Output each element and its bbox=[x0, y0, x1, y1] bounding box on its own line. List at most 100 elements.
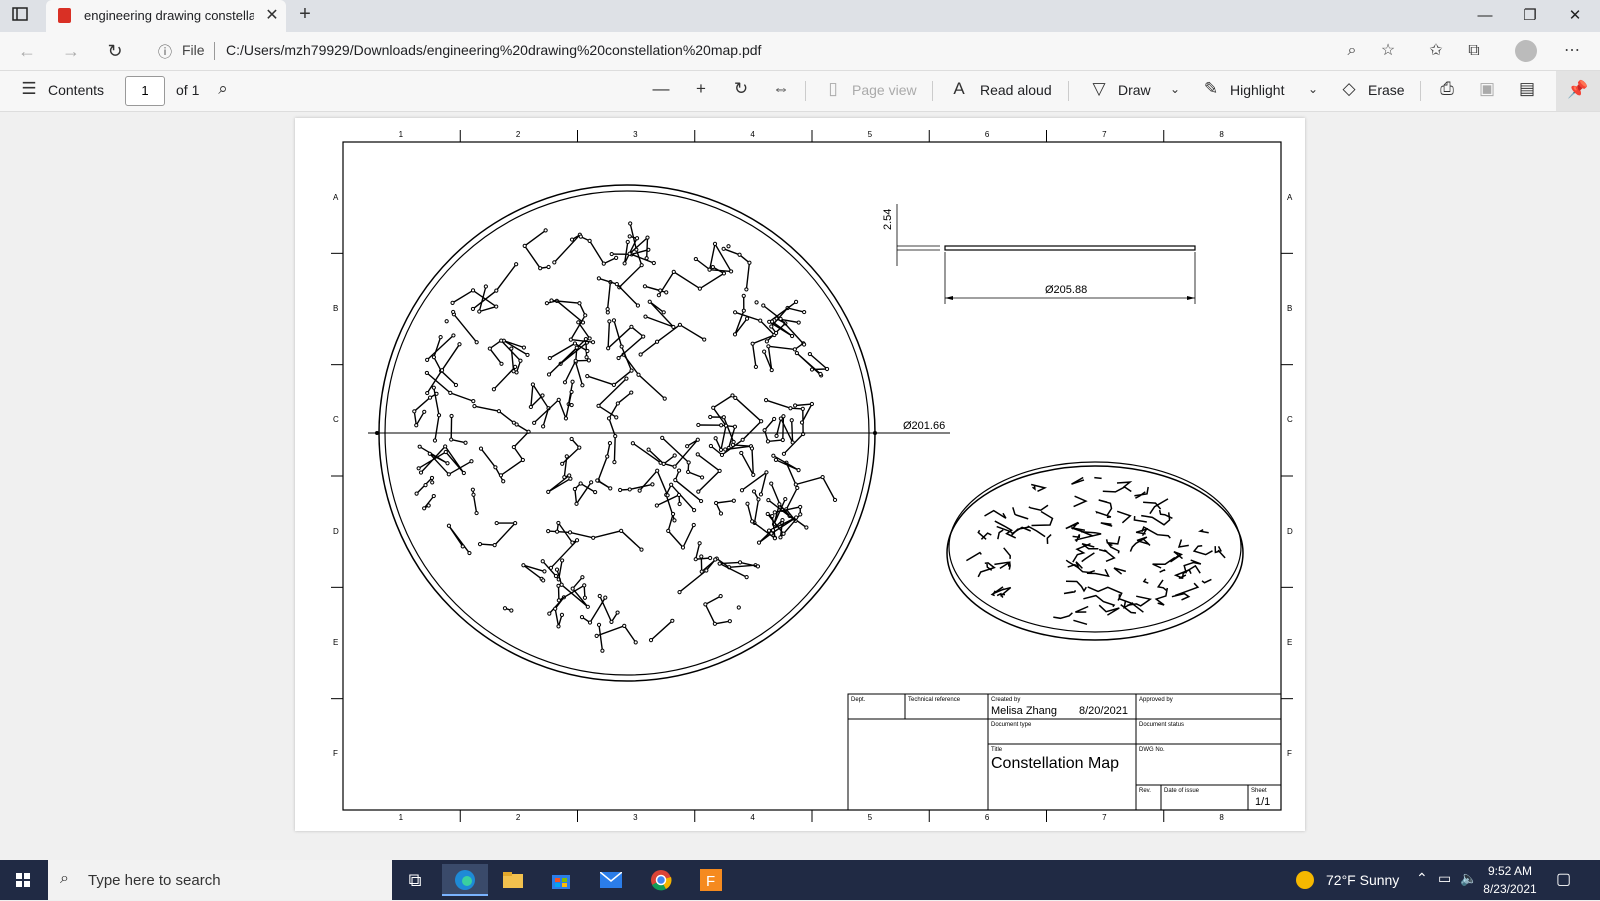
clock-date[interactable]: 8/23/2021 bbox=[1480, 882, 1540, 896]
url-text[interactable]: C:/Users/mzh79929/Downloads/engineering%… bbox=[226, 42, 761, 58]
edge-icon[interactable] bbox=[442, 864, 488, 896]
date-of-issue-label: Date of issue bbox=[1164, 788, 1200, 794]
mail-icon[interactable] bbox=[588, 864, 634, 896]
notifications-icon[interactable]: ▢ bbox=[1556, 869, 1571, 889]
print-icon[interactable]: ⎙ bbox=[1436, 79, 1458, 99]
pdf-page: 2.54 Ø205.88 Ø201.66 Dept. Technical ref… bbox=[295, 118, 1305, 831]
side-view-disk bbox=[944, 245, 1196, 251]
taskbar: ⌕ Type here to search ⧉ F 72°F Sunny ⌃ ▭… bbox=[0, 860, 1600, 900]
column-label: 3 bbox=[633, 130, 638, 139]
column-label: 1 bbox=[398, 813, 404, 822]
pin-icon: 📌 bbox=[1567, 80, 1589, 99]
forward-button[interactable]: → bbox=[58, 38, 84, 64]
highlight-chevron-down-icon[interactable]: ⌄ bbox=[1302, 82, 1324, 96]
technical-reference-label: Technical reference bbox=[908, 697, 961, 703]
weather-sun-icon[interactable] bbox=[1296, 871, 1314, 889]
column-label: 6 bbox=[984, 130, 990, 139]
back-button[interactable]: ← bbox=[14, 38, 40, 64]
tab-title: engineering drawing constellatic bbox=[84, 8, 254, 23]
profile-avatar[interactable] bbox=[1515, 40, 1537, 62]
close-window-button[interactable]: ✕ bbox=[1555, 4, 1595, 28]
volume-muted-icon[interactable]: 🔈 bbox=[1460, 870, 1477, 887]
url-field[interactable]: ⓘ File C:/Users/mzh79929/Downloads/engin… bbox=[146, 36, 1406, 66]
network-icon[interactable]: ▭ bbox=[1438, 870, 1451, 887]
contents-icon[interactable]: ☰ bbox=[18, 79, 40, 99]
erase-button[interactable]: Erase bbox=[1368, 82, 1405, 98]
created-by-value: Melisa Zhang bbox=[991, 705, 1058, 717]
column-label: 6 bbox=[984, 813, 990, 822]
constellation-lines bbox=[412, 221, 838, 653]
page-view-button[interactable]: Page view bbox=[852, 82, 917, 98]
draw-chevron-down-icon[interactable]: ⌄ bbox=[1164, 82, 1186, 96]
search-placeholder: Type here to search bbox=[88, 872, 221, 889]
row-label: E bbox=[333, 638, 339, 647]
task-view-icon[interactable]: ⧉ bbox=[392, 864, 438, 896]
search-icon: ⌕ bbox=[60, 870, 69, 887]
row-label: C bbox=[333, 415, 339, 425]
title-label: Title bbox=[991, 747, 1003, 753]
revision-label: Rev. bbox=[1139, 788, 1151, 794]
approved-by-label: Approved by bbox=[1139, 697, 1173, 703]
collections-icon[interactable]: ⧉ bbox=[1462, 39, 1486, 63]
taskbar-search-box[interactable]: ⌕ Type here to search bbox=[48, 860, 392, 900]
page-view-icon[interactable]: ▯ bbox=[822, 79, 844, 99]
separator bbox=[805, 81, 806, 101]
row-label: C bbox=[1287, 415, 1293, 425]
pdf-toolbar: ☰ Contents 1 of 1 ⌕ — + ↻ ⇔ ▯ Page view … bbox=[0, 71, 1600, 112]
refresh-button[interactable]: ↻ bbox=[102, 38, 128, 64]
highlight-icon[interactable]: ✎ bbox=[1200, 79, 1222, 99]
add-favorite-icon[interactable]: ☆ bbox=[1376, 39, 1400, 63]
zoom-icon[interactable]: ⌕ bbox=[1340, 39, 1364, 63]
erase-icon[interactable]: ◇ bbox=[1338, 79, 1360, 99]
read-aloud-button[interactable]: Read aloud bbox=[980, 82, 1052, 98]
top-diameter-dimension-label: Ø205.88 bbox=[1045, 284, 1088, 296]
pin-toolbar-button[interactable]: 📌 bbox=[1556, 71, 1600, 111]
read-aloud-icon[interactable]: A bbox=[948, 79, 970, 99]
file-explorer-icon[interactable] bbox=[490, 864, 536, 896]
contents-button[interactable]: Contents bbox=[48, 82, 104, 98]
windows-start-icon[interactable] bbox=[0, 860, 46, 900]
chevron-up-icon[interactable]: ⌃ bbox=[1416, 870, 1428, 887]
sheet-label: Sheet bbox=[1251, 788, 1267, 794]
save-icon[interactable]: ▣ bbox=[1476, 79, 1498, 99]
zoom-in-icon[interactable]: + bbox=[690, 79, 712, 99]
page-number-input[interactable]: 1 bbox=[125, 76, 165, 106]
fit-width-icon[interactable]: ⇔ bbox=[770, 79, 792, 99]
isometric-constellation-lines bbox=[966, 476, 1226, 626]
column-label: 2 bbox=[515, 130, 521, 139]
diameter-dimension-label: Ø201.66 bbox=[903, 420, 946, 432]
separator bbox=[1068, 81, 1069, 101]
minimize-button[interactable]: — bbox=[1465, 4, 1505, 28]
row-label: F bbox=[333, 749, 338, 759]
drawing-title: Constellation Map bbox=[991, 755, 1120, 772]
info-icon[interactable]: ⓘ bbox=[158, 42, 172, 62]
row-label: B bbox=[1287, 304, 1293, 313]
highlight-button[interactable]: Highlight bbox=[1230, 82, 1284, 98]
search-icon[interactable]: ⌕ bbox=[212, 79, 234, 99]
save-as-icon[interactable]: ▤ bbox=[1516, 79, 1538, 99]
fusion-app-icon[interactable]: F bbox=[688, 864, 734, 896]
column-label: 8 bbox=[1219, 813, 1224, 822]
chrome-icon[interactable] bbox=[638, 864, 684, 896]
row-label: F bbox=[1287, 749, 1292, 759]
restore-button[interactable]: ❐ bbox=[1510, 4, 1550, 28]
more-options-icon[interactable]: ⋯ bbox=[1560, 39, 1584, 63]
close-tab-icon[interactable]: ✕ bbox=[262, 5, 282, 25]
weather-text[interactable]: 72°F Sunny bbox=[1326, 872, 1399, 888]
tab-actions-icon[interactable] bbox=[12, 6, 28, 22]
column-label: 4 bbox=[750, 130, 755, 139]
tab-pdf[interactable]: engineering drawing constellatic ✕ bbox=[46, 0, 286, 32]
rotate-icon[interactable]: ↻ bbox=[730, 79, 752, 99]
zoom-out-icon[interactable]: — bbox=[650, 79, 672, 99]
created-date-value: 8/20/2021 bbox=[1079, 705, 1128, 717]
favorites-icon[interactable]: ✩ bbox=[1424, 39, 1448, 63]
clock-time[interactable]: 9:52 AM bbox=[1480, 864, 1540, 878]
document-status-label: Document status bbox=[1139, 722, 1185, 728]
column-label: 3 bbox=[633, 813, 638, 822]
draw-button[interactable]: Draw bbox=[1118, 82, 1151, 98]
column-label: 5 bbox=[867, 130, 873, 139]
new-tab-button[interactable]: + bbox=[294, 3, 316, 26]
draw-icon[interactable]: ▽ bbox=[1088, 79, 1110, 99]
store-icon[interactable] bbox=[538, 864, 584, 896]
title-block bbox=[847, 693, 1282, 811]
